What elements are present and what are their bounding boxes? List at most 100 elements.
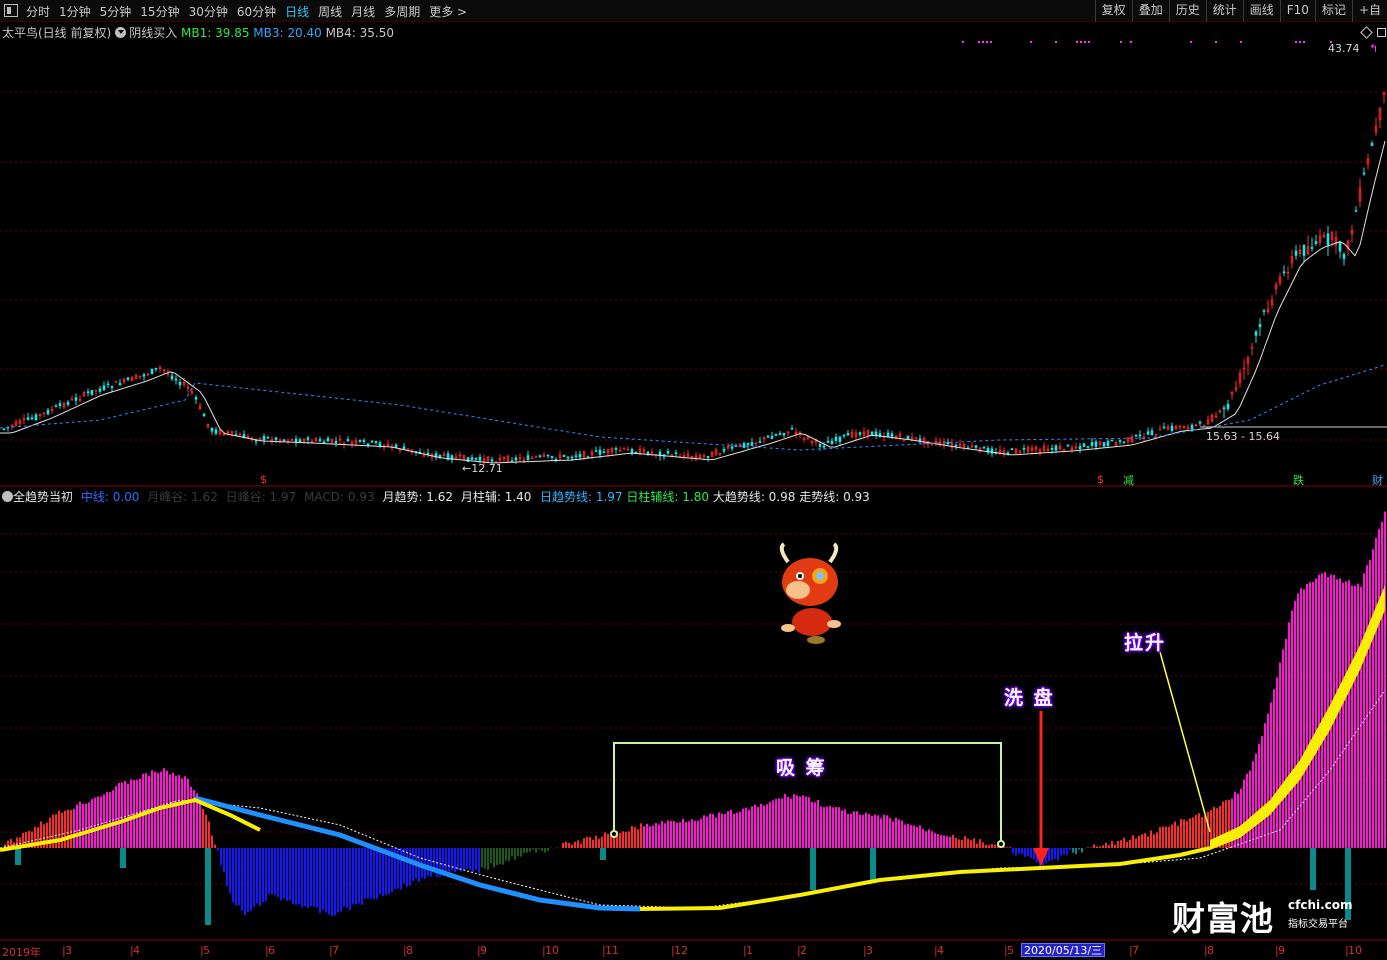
candle-body (782, 432, 786, 436)
histogram-bar-positive (934, 833, 936, 848)
histogram-bar-positive (769, 801, 771, 848)
histogram-bar-positive (1117, 840, 1119, 848)
histogram-bar-negative (1021, 848, 1023, 855)
histogram-bar-positive (1105, 842, 1107, 848)
histogram-bar-positive (1093, 844, 1095, 848)
signal-dot-18 (1303, 41, 1305, 43)
histogram-bar-positive (94, 797, 96, 848)
histogram-bar-negative (322, 848, 324, 910)
histogram-bar-negative (331, 848, 333, 916)
histogram-bar-positive (1378, 529, 1380, 848)
histogram-bar-positive (1189, 818, 1191, 848)
x-axis-label-12: 2 (800, 944, 807, 957)
histogram-bar-negative (1012, 848, 1014, 854)
histogram-bar-negative (370, 848, 372, 899)
histogram-bar-negative (1066, 848, 1068, 855)
histogram-bar-positive (742, 808, 744, 848)
candle-body (550, 456, 554, 458)
histogram-bar-negative (1024, 848, 1026, 857)
rifenggu-value: 日峰谷: 1.97 (225, 490, 297, 504)
indicator-settings-icon[interactable] (2, 491, 13, 502)
histogram-bar-positive (1204, 815, 1206, 848)
candle-body (46, 409, 50, 415)
histogram-bar-negative (334, 848, 336, 916)
yuequshi-value: 月趋势: 1.62 (382, 490, 454, 504)
signal-dot-13 (1190, 41, 1192, 43)
high-price-label: 43.74 (1328, 42, 1360, 55)
histogram-bar-positive (1177, 825, 1179, 848)
x-axis-tick-9: | (602, 944, 606, 957)
histogram-bar-positive (1384, 511, 1386, 848)
histogram-bar-positive (973, 838, 975, 848)
histogram-bar-positive (1321, 573, 1323, 848)
histogram-bar-positive (736, 812, 738, 848)
histogram-bar-positive (166, 770, 168, 848)
chart-canvas[interactable] (0, 0, 1387, 960)
histogram-bar-positive (649, 826, 651, 848)
histogram-bar-negative (325, 848, 327, 913)
histogram-bar-negative (1072, 848, 1074, 853)
candle-body (426, 452, 430, 455)
indicator-title[interactable]: 全趋势当初 (13, 490, 73, 504)
range-price-label: 15.63 - 15.64 (1206, 430, 1280, 443)
x-axis-label-6: 8 (406, 944, 413, 957)
x-axis-label-9: 11 (605, 944, 619, 957)
histogram-bar-positive (574, 841, 576, 848)
histogram-bar-negative (268, 848, 270, 894)
candle-body (830, 440, 834, 445)
histogram-bar-positive (793, 794, 795, 848)
histogram-bar-positive (208, 821, 210, 848)
candle-body (1094, 441, 1098, 447)
histogram-bar-negative (307, 848, 309, 908)
histogram-bar-positive (829, 805, 831, 848)
histogram-bar-positive (1096, 846, 1098, 848)
signal-dot-15 (1240, 41, 1242, 43)
candle-body (722, 448, 726, 452)
histogram-bar-positive (595, 835, 597, 848)
candle-body (858, 432, 862, 435)
signal-dot-0 (962, 41, 964, 43)
square-icon[interactable] (1377, 28, 1386, 37)
histogram-bar-negative (316, 848, 318, 908)
histogram-bar-positive (124, 781, 126, 848)
histogram-bar-negative (514, 848, 516, 860)
histogram-bar-positive (979, 839, 981, 848)
histogram-bar-positive (823, 807, 825, 848)
histogram-bar-positive (964, 835, 966, 848)
indicator-name[interactable]: 阴线买入 (129, 26, 177, 40)
histogram-bar-positive (1237, 793, 1239, 848)
signal-dot-10 (1088, 41, 1090, 43)
watermark-domain: cfchi.com (1288, 898, 1353, 912)
histogram-spike-6 (1310, 848, 1316, 890)
candle-body (570, 456, 574, 459)
candle-body (478, 456, 482, 461)
histogram-bar-positive (868, 813, 870, 848)
histogram-bar-positive (775, 798, 777, 848)
histogram-bar-positive (1363, 573, 1365, 848)
histogram-bar-positive (922, 829, 924, 848)
histogram-bar-negative (448, 848, 450, 872)
candle-body (1198, 421, 1202, 424)
histogram-bar-negative (241, 848, 243, 911)
histogram-bar-positive (118, 783, 120, 848)
histogram-bar-positive (1372, 549, 1374, 848)
stock-title[interactable]: 太平鸟(日线 前复权) (2, 26, 111, 40)
dropdown-icon[interactable] (115, 27, 127, 38)
histogram-bar-positive (184, 776, 186, 848)
candle-body (1110, 439, 1114, 442)
signal-mark-reduce: 减 (1123, 474, 1134, 487)
candle-body (1302, 245, 1306, 256)
candle-body (378, 442, 382, 447)
histogram-bar-positive (1102, 845, 1104, 848)
histogram-bar-negative (286, 848, 288, 901)
histogram-bar-positive (1111, 840, 1113, 848)
histogram-bar-negative (277, 848, 279, 898)
histogram-bar-positive (1264, 723, 1266, 848)
signal-mark-fall: 跌 (1293, 474, 1304, 487)
histogram-bar-positive (1009, 847, 1011, 848)
histogram-bar-negative (301, 848, 303, 908)
candle-body (790, 428, 794, 430)
candle-body (870, 431, 874, 436)
histogram-bar-positive (745, 807, 747, 848)
histogram-bar-negative (352, 848, 354, 905)
